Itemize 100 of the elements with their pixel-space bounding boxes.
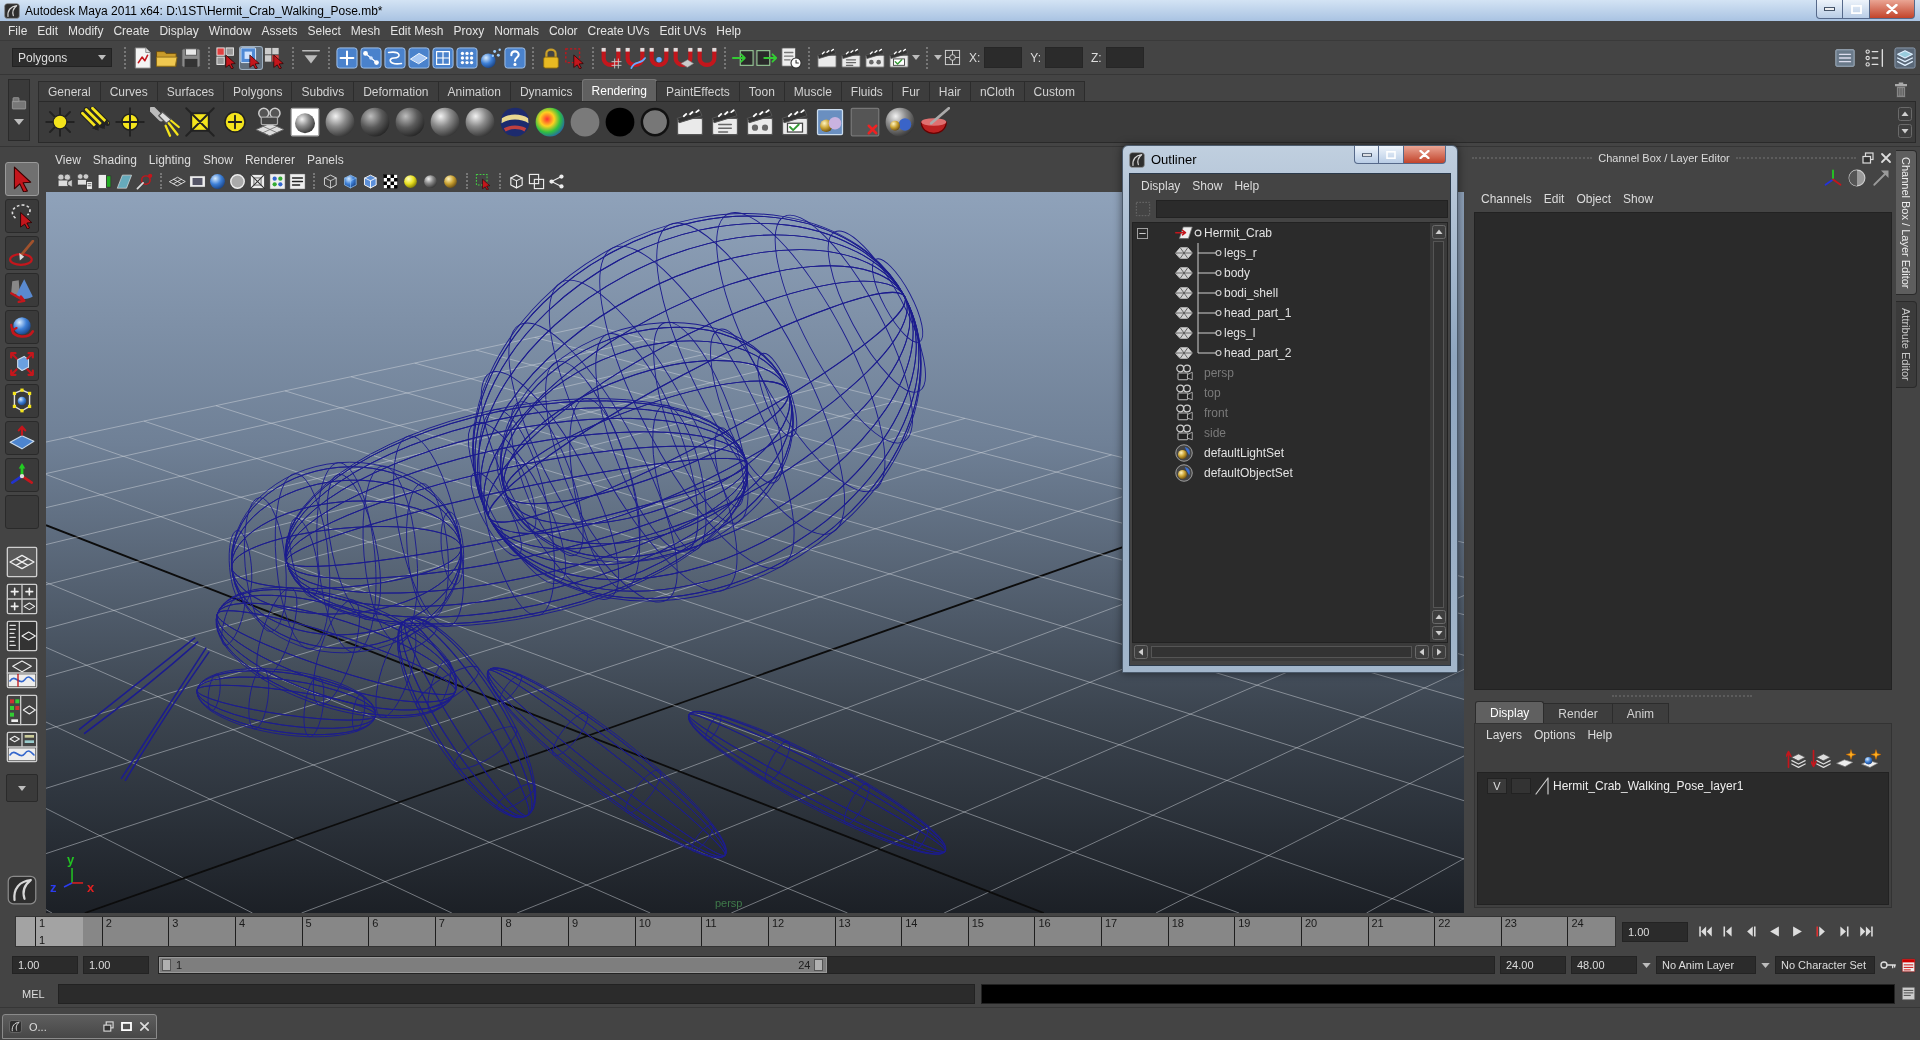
sphere-icon[interactable]	[422, 172, 439, 190]
plane-tile-icon[interactable]	[408, 46, 430, 69]
overlapping-squares-icon[interactable]	[528, 172, 545, 190]
menu-item[interactable]: View	[49, 153, 87, 167]
range-slider-track[interactable]: 1 24	[158, 956, 1495, 974]
ring-disc-icon[interactable]	[640, 107, 670, 137]
grid-arrow-icon[interactable]	[264, 46, 286, 69]
wireframe-cube-icon[interactable]	[322, 172, 339, 190]
grid-tile-icon[interactable]	[432, 46, 454, 69]
caret-icon[interactable]	[912, 55, 920, 60]
menu-item[interactable]: Panels	[300, 153, 350, 167]
cube-outline-icon[interactable]	[508, 172, 525, 190]
menu-item[interactable]: Edit Mesh	[385, 23, 449, 38]
tool-button[interactable]	[5, 310, 39, 344]
shelf-tab[interactable]: PaintEffects	[655, 81, 740, 101]
menu-item[interactable]: Display	[1135, 179, 1187, 193]
timeline-frame[interactable]: 20	[1281, 917, 1349, 946]
clapperboard-icon[interactable]	[745, 107, 775, 137]
menu-item[interactable]: Edit UVs	[654, 23, 712, 38]
sphere-icon[interactable]	[325, 107, 355, 137]
camera-list-icon[interactable]	[76, 172, 93, 190]
end-time-field[interactable]: 48.00	[1571, 956, 1637, 974]
menu-item[interactable]: File	[3, 23, 33, 38]
clapperboard-icon[interactable]	[780, 107, 810, 137]
crosshair-circle-icon[interactable]	[115, 107, 145, 137]
timeline-frame[interactable]: 10	[615, 917, 683, 946]
trash-icon[interactable]	[1892, 81, 1910, 99]
timeline-frame[interactable]: 16	[1015, 917, 1082, 946]
timeline-frame[interactable]: 6	[349, 917, 416, 946]
minimized-window[interactable]: O...	[2, 1014, 157, 1039]
shelf-tab[interactable]: Hair	[928, 81, 971, 101]
shelf-tab[interactable]: Fluids	[840, 81, 893, 101]
outliner-item[interactable]: defaultObjectSet	[1204, 466, 1293, 480]
shelf-tab[interactable]: Subdivs	[291, 81, 355, 101]
menu-item[interactable]: Modify	[63, 23, 109, 38]
spheres-cube-icon[interactable]	[815, 107, 845, 137]
circle-icon[interactable]	[229, 172, 246, 190]
coordinate-field[interactable]	[1105, 47, 1144, 68]
timeline-frame[interactable]: 23	[1481, 917, 1549, 946]
shelf-tab[interactable]: Toon	[738, 81, 785, 101]
magnet-grid-icon[interactable]	[600, 46, 622, 69]
lines-tile-icon[interactable]	[289, 172, 306, 190]
scroll-left-icon[interactable]	[1134, 645, 1148, 659]
scroll-right-icon[interactable]	[1432, 645, 1446, 659]
ruled-page-icon[interactable]	[1901, 957, 1916, 973]
menu-item[interactable]: Show	[196, 153, 239, 167]
sun-icon[interactable]	[45, 107, 75, 137]
clapperboard-icon[interactable]	[888, 46, 910, 69]
menu-item[interactable]: Assets	[256, 23, 303, 38]
squares-arrow-icon[interactable]	[216, 46, 238, 69]
flashlight-icon[interactable]	[150, 107, 180, 137]
sphere-icon[interactable]	[430, 107, 460, 137]
shelf-tab[interactable]: Deformation	[353, 81, 439, 101]
language-button[interactable]: MEL	[12, 987, 52, 1000]
timeline-frame[interactable]: 13	[815, 917, 883, 946]
scroll-down-icon[interactable]	[1431, 626, 1446, 640]
movie-camera-icon[interactable]	[56, 172, 73, 190]
plus-tile-icon[interactable]	[336, 46, 358, 69]
book-icon[interactable]	[96, 172, 113, 190]
sphere-icon[interactable]	[209, 172, 226, 190]
help-icon[interactable]	[504, 46, 526, 69]
outliner-item[interactable]: defaultLightSet	[1204, 446, 1285, 460]
scroll-down-icon[interactable]	[1898, 123, 1912, 138]
page-clock-icon[interactable]	[780, 46, 802, 69]
layer-name[interactable]: Hermit_Crab_Walking_Pose_layer1	[1553, 779, 1744, 793]
scroll-up-icon[interactable]	[1431, 610, 1446, 624]
timeline-frame[interactable]: 11	[682, 917, 749, 946]
crossed-box-icon[interactable]	[249, 172, 266, 190]
half-disc-icon[interactable]	[1848, 169, 1866, 187]
tilted-panel-icon[interactable]	[116, 172, 133, 190]
layer-editor-tab[interactable]: Render	[1543, 703, 1613, 723]
menu-item[interactable]: Help	[1581, 728, 1619, 742]
timeline-frame[interactable]: 7	[415, 917, 483, 946]
menu-item[interactable]: Layers	[1480, 728, 1529, 742]
dotted-list-icon[interactable]	[1864, 46, 1886, 69]
crossed-square-icon[interactable]	[185, 107, 215, 137]
shelf-menu-button[interactable]	[8, 79, 30, 141]
time-slider[interactable]: 1 1 2 3 4 5 6 7 8 9 10 11 12 13 14 15 16 17 18 19 20 21 22 23 24	[15, 916, 1616, 947]
menu-item[interactable]: Channels	[1475, 192, 1538, 206]
tool-button[interactable]	[5, 347, 39, 381]
three-pane-layout-icon[interactable]	[6, 731, 38, 763]
shelf-tab[interactable]: Custom	[1023, 81, 1085, 101]
menu-item[interactable]: Options	[1528, 728, 1582, 742]
restore-icon[interactable]	[1862, 151, 1874, 164]
plane-layout-icon[interactable]	[6, 546, 38, 578]
anim-layer-dropdown[interactable]: No Anim Layer	[1656, 956, 1756, 974]
plane-curve-layout-icon[interactable]	[6, 657, 38, 689]
caret-icon[interactable]	[1761, 962, 1770, 968]
horizontal-scrollbar[interactable]	[1132, 643, 1448, 661]
sphere-icon[interactable]	[442, 172, 459, 190]
coordinate-field[interactable]	[984, 47, 1023, 68]
outliner-item[interactable]: body	[1224, 266, 1251, 280]
maximize-button[interactable]	[1843, 0, 1870, 19]
menu-item[interactable]: Edit	[32, 23, 64, 38]
outliner-item[interactable]: head_part_2	[1224, 346, 1292, 360]
menu-item[interactable]: Help	[1228, 179, 1266, 193]
sphere-icon[interactable]	[402, 172, 419, 190]
caret-icon[interactable]	[1642, 962, 1651, 968]
timeline-frame[interactable]: 21	[1348, 917, 1416, 946]
menu-item[interactable]: Renderer	[238, 153, 301, 167]
